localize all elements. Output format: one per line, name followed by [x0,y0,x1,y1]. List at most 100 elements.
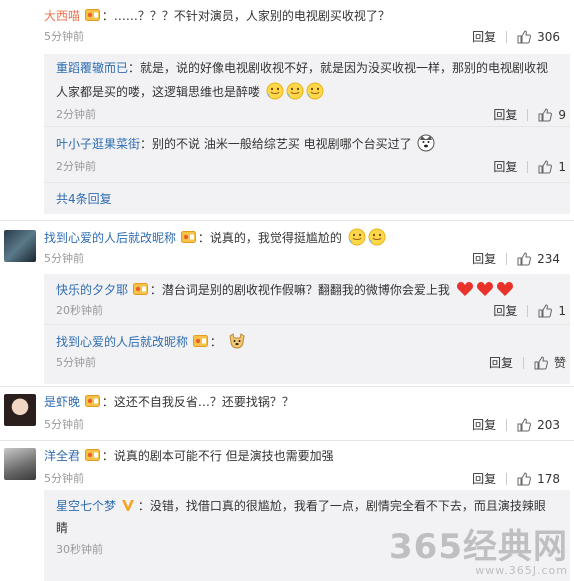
heart-icon [496,280,514,298]
username[interactable]: 星空七个梦 [56,499,116,513]
member-badge-icon [84,8,101,22]
member-badge-icon [132,282,149,296]
divider [0,220,574,221]
member-badge-icon [180,230,197,244]
sweat-smile-emoji-icon [368,228,386,246]
reply-box: 重蹈覆辙而已：就是，说的好像电视剧收视不好，就是因为没买收视一样，那别的电视剧收… [44,54,570,214]
reply-text: ： [209,335,222,349]
username[interactable]: 快乐的夕夕耶 [56,283,128,297]
like-count: 1 [558,304,566,318]
divider [44,126,570,127]
reply-text: ：潜台词是别的剧收视作假嘛？翻翻我的微博你会爱上我 [149,283,450,297]
more-replies-link[interactable]: 共4条回复 [56,190,112,207]
username[interactable]: 洋全君 [44,449,80,463]
reply-text-continued: 人家都是买的喽，这逻辑思维也是醉喽 [56,85,261,99]
divider [522,357,524,369]
reply-text-continued: 睛 [56,521,69,535]
thumb-up-icon [517,252,532,266]
avatar[interactable] [4,394,36,426]
divider [506,253,508,265]
comment-text: ：这还不自我反省…？还要找锅？？ [101,395,294,409]
timestamp: 5分钟前 [44,252,84,265]
dog-face-emoji-icon [228,332,246,350]
username[interactable]: 重蹈覆辙而已 [56,61,128,75]
watermark: 365经典网 www.365J.com [389,529,568,577]
like-count: 9 [558,108,566,122]
username[interactable]: 找到心爱的人后就改昵称 [56,335,188,349]
timestamp: 5分钟前 [44,472,84,485]
reply-text: ：别的不说 油米一般给综艺买 电视剧哪个台买过了 [140,137,412,151]
timestamp: 5分钟前 [56,356,96,369]
thumb-up-icon [517,30,532,44]
husky-face-emoji-icon [417,134,435,152]
comment-feed: 大西喵 ：……？？？不针对演员，人家别的电视剧买收视了？ 5分钟前 回复 306… [0,0,574,581]
like-button[interactable]: 9 [538,106,566,124]
username[interactable]: 找到心爱的人后就改昵称 [44,231,176,245]
thumb-up-icon [538,304,553,318]
verified-v-icon [121,498,137,512]
reply-text: ：没错，找借口真的很尴尬，我看了一点，剧情完全看不下去，而且演技辣眼 [137,499,546,513]
like-count: 306 [537,30,560,44]
reply-button[interactable]: 回复 [472,250,496,268]
divider [527,161,529,173]
timestamp: 30秒钟前 [56,543,103,556]
like-button[interactable]: 1 [538,158,566,176]
like-count: 1 [558,160,566,174]
sweat-smile-emoji-icon [286,82,304,100]
divider [527,305,529,317]
reply-button[interactable]: 回复 [493,302,517,320]
thumb-up-icon [517,418,532,432]
reply-button[interactable]: 回复 [493,158,517,176]
divider [506,419,508,431]
reply-button[interactable]: 回复 [489,354,513,372]
watermark-logo: 365经典网 [389,527,568,567]
thumb-up-icon [538,108,553,122]
like-count: 203 [537,418,560,432]
reply-button[interactable]: 回复 [472,28,496,46]
reply-box: 快乐的夕夕耶 ：潜台词是别的剧收视作假嘛？翻翻我的微博你会爱上我 20秒钟前 回… [44,274,570,384]
reply-button[interactable]: 回复 [472,416,496,434]
like-button[interactable]: 赞 [534,354,566,372]
comment-text: ：说真的剧本可能不行 但是演技也需要加强 [101,449,334,463]
avatar[interactable] [4,8,36,40]
sweat-smile-emoji-icon [348,228,366,246]
thumb-up-icon [534,356,548,370]
like-button[interactable]: 178 [517,470,560,488]
sweat-smile-emoji-icon [266,82,284,100]
divider [44,182,570,183]
timestamp: 5分钟前 [44,30,84,43]
thumb-up-icon [538,160,553,174]
like-button[interactable]: 306 [517,28,560,46]
divider [0,386,574,387]
username[interactable]: 叶小子逛果菜街 [56,137,140,151]
like-count: 234 [537,252,560,266]
reply-text: ：就是，说的好像电视剧收视不好，就是因为没买收视一样，那别的电视剧收视 [128,61,549,75]
divider [44,324,570,325]
thumb-up-icon [517,472,532,486]
divider [527,109,529,121]
like-label: 赞 [553,356,566,370]
reply-button[interactable]: 回复 [493,106,517,124]
divider [0,440,574,441]
divider [506,31,508,43]
like-button[interactable]: 234 [517,250,560,268]
like-count: 178 [537,472,560,486]
comment-text: ：说真的，我觉得挺尴尬的 [197,231,342,245]
avatar[interactable] [4,448,36,480]
member-badge-icon [192,334,209,348]
like-button[interactable]: 1 [538,302,566,320]
timestamp: 2分钟前 [56,160,96,173]
avatar[interactable] [4,230,36,262]
timestamp: 5分钟前 [44,418,84,431]
username[interactable]: 大西喵 [44,9,80,23]
heart-icon [476,280,494,298]
like-button[interactable]: 203 [517,416,560,434]
divider [506,473,508,485]
comment-text: ：……？？？不针对演员，人家别的电视剧买收视了？ [101,9,390,23]
member-badge-icon [84,448,101,462]
member-badge-icon [84,394,101,408]
timestamp: 20秒钟前 [56,304,103,317]
heart-icon [456,280,474,298]
reply-button[interactable]: 回复 [472,470,496,488]
username[interactable]: 是虾晚 [44,395,80,409]
